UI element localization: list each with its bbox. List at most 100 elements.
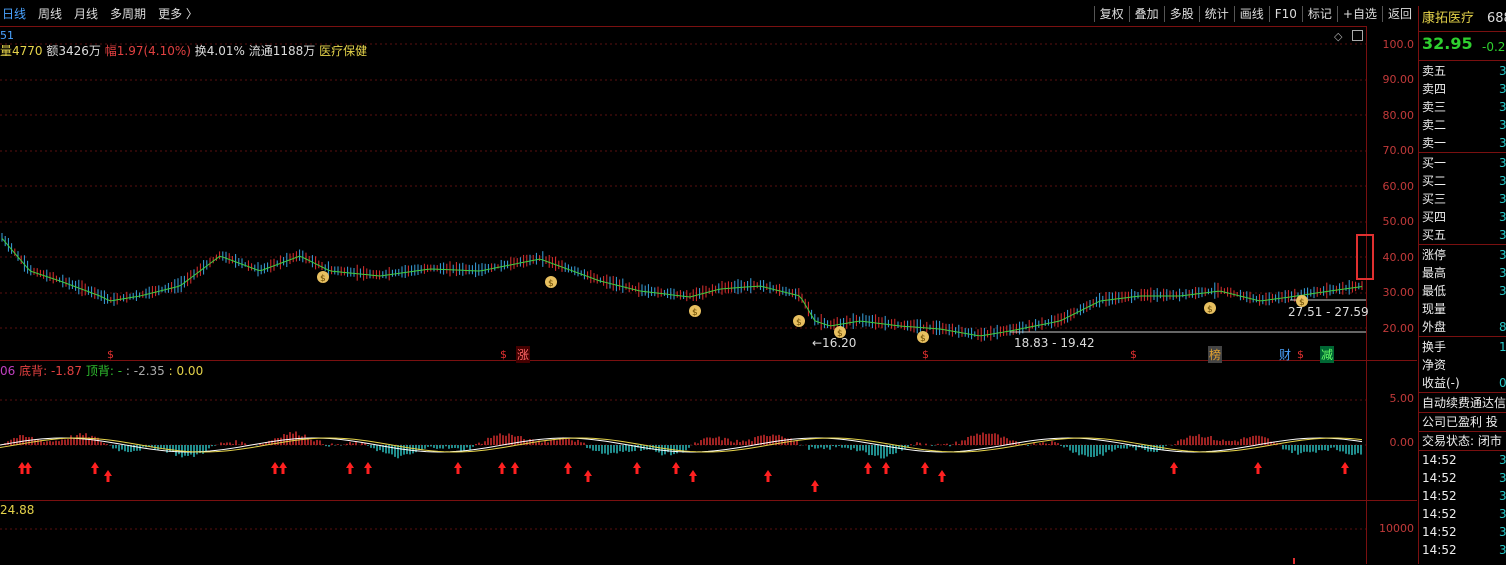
ask-row: 卖二 3 [1419,116,1506,134]
stat-row-value: 3 [1499,284,1506,298]
tick-row-label: 14:52 [1422,543,1457,557]
ask-row: 卖四 3 [1419,80,1506,98]
ask-row: 卖一 3 [1419,134,1506,152]
indicator-label: 06 底背: -1.87 顶背: - : -2.35 : 0.00 [0,362,203,379]
ask-row: 卖三 3 [1419,98,1506,116]
svg-text:$: $ [1130,348,1137,361]
stock-name: 康拓医疗 [1422,11,1475,26]
buy-arrow-icon [91,462,99,474]
buy-arrow-icon [498,462,506,474]
tick-row: 14:52 3 [1419,451,1506,469]
buy-arrow-icon [921,462,929,474]
buy-arrow-icon [938,470,946,482]
buy-arrow-icon [24,462,32,474]
price-tick: 30.00 [1382,286,1415,299]
stat-row: 最高 3 [1419,264,1506,282]
low-label: ←16.20 [812,336,857,350]
buy-arrow-icon [564,462,572,474]
note-text: 交易状态: 闭市 [1422,434,1502,448]
event-rise-badge[interactable]: 涨 [516,346,531,363]
stat-row-value: 3 [1499,266,1506,280]
stat-row-value: 8 [1499,320,1506,334]
tick-row-label: 14:52 [1422,489,1457,503]
indicator-value2: : 0.00 [168,364,204,378]
stat-row: 现量 [1419,300,1506,318]
price-tick: 100.0 [1382,38,1415,51]
tick-row-value: 3 [1499,525,1506,539]
event-reduce-badge[interactable]: 减 [1320,346,1335,363]
tick-row-value: 3 [1499,471,1506,485]
indicator-tick: 0.00 [1389,436,1415,449]
buy-arrow-icon [104,470,112,482]
ask-row-label: 卖五 [1422,64,1447,78]
tick-row-value: 3 [1499,489,1506,503]
bid-row-label: 买五 [1422,228,1447,242]
stat-row: 收益(-) 0 [1419,374,1506,392]
tick-row-value: 3 [1499,507,1506,521]
buy-arrow-icon [271,462,279,474]
tick-row: 14:52 3 [1419,505,1506,523]
note-row: 公司已盈利 投 [1419,413,1506,431]
tick-row: 14:52 3 [1419,469,1506,487]
event-list-badge[interactable]: 榜 [1208,346,1223,363]
price-tick: 50.00 [1382,215,1415,228]
bid-row-label: 买四 [1422,210,1447,224]
tick-row: 14:52 3 [1419,523,1506,541]
event-finance-badge[interactable]: 财 [1279,346,1291,363]
bid-row: 买三 3 [1419,190,1506,208]
price-row: 32.95 -0.29 [1419,35,1506,57]
price-axis: 100.0 90.00 80.00 70.00 60.00 50.00 40.0… [1366,26,1418,564]
volume-label: 24.88 [0,503,35,517]
bid-row-value: 3 [1499,192,1506,206]
note-row: 自动续费通达信 [1419,394,1506,412]
stat-row: 换手 1. [1419,338,1506,356]
ask-row-value: 3 [1499,136,1506,150]
indicator-tick: 5.00 [1389,392,1415,405]
svg-text:$: $ [107,348,114,361]
tick-row-value: 3 [1499,453,1506,467]
tick-row: 14:52 3 [1419,541,1506,559]
buy-arrow-icon [811,480,819,492]
stat-row: 涨停 3 [1419,246,1506,264]
stock-code: 688 [1487,11,1506,26]
stat-row-label: 外盘 [1422,320,1447,334]
bid-row-label: 买一 [1422,156,1447,170]
svg-text:$: $ [922,348,929,361]
kline-chart[interactable]: $ $$$$ $$$$ $ $ $ $ [0,0,1366,564]
buy-arrow-icon [1170,462,1178,474]
note-row: 交易状态: 闭市 [1419,432,1506,450]
buy-arrow-icon [511,462,519,474]
buy-arrow-icon [672,462,680,474]
tick-row-label: 14:52 [1422,525,1457,539]
svg-text:$: $ [1207,305,1213,315]
tick-row: 14:52 3 [1419,487,1506,505]
bid-row: 买五 3 [1419,226,1506,244]
stat-row: 最低 3 [1419,282,1506,300]
stat-row-label: 换手 [1422,340,1447,354]
bid-row-label: 买三 [1422,192,1447,206]
volume-tick: 10000 [1379,522,1414,535]
ask-row-label: 卖二 [1422,118,1447,132]
back-button[interactable]: 返回 [1381,6,1417,22]
stat-row: 外盘 8 [1419,318,1506,336]
stat-row-label: 最低 [1422,284,1447,298]
price-tick: 80.00 [1382,109,1415,122]
ask-row-label: 卖一 [1422,136,1447,150]
highlight-box [1356,234,1374,280]
ask-row-value: 3 [1499,64,1506,78]
bid-row-value: 3 [1499,174,1506,188]
svg-text:$: $ [500,348,507,361]
buy-arrow-icon [1254,462,1262,474]
svg-text:$: $ [692,308,698,318]
note-text: 自动续费通达信 [1422,396,1506,410]
ask-row-value: 3 [1499,118,1506,132]
indicator-prefix: 06 [0,364,16,378]
stat-row-label: 净资 [1422,358,1447,372]
buy-arrow-icon [584,470,592,482]
bid-row-label: 买二 [1422,174,1447,188]
tick-row-value: 3 [1499,543,1506,557]
ask-row-label: 卖三 [1422,100,1447,114]
buy-arrow-icon [764,470,772,482]
price-tick: 70.00 [1382,144,1415,157]
ask-row-value: 3 [1499,100,1506,114]
